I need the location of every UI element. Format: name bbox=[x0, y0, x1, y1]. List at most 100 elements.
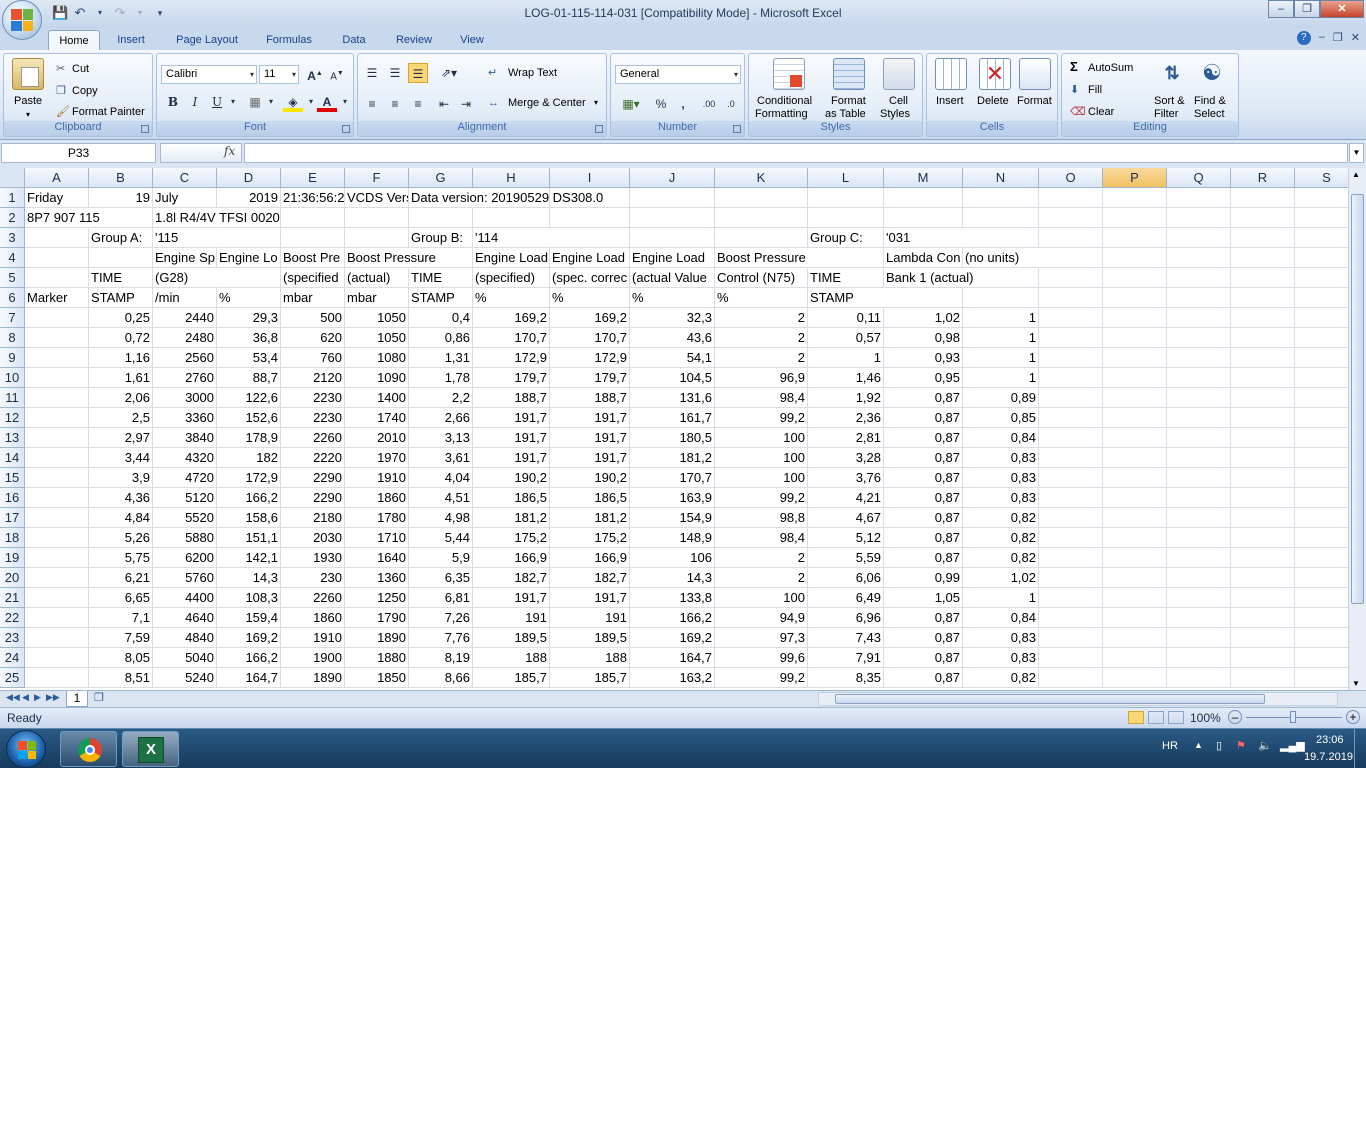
minimize-ribbon-icon[interactable]: – bbox=[1319, 31, 1325, 45]
grid-cell[interactable] bbox=[217, 228, 281, 248]
grid-cell[interactable]: 4840 bbox=[153, 628, 217, 648]
grid-cell[interactable] bbox=[281, 208, 345, 228]
grid-cell[interactable]: 3,28 bbox=[808, 448, 884, 468]
grid-cell[interactable] bbox=[1231, 428, 1295, 448]
grid-cell[interactable]: 1,02 bbox=[963, 568, 1039, 588]
grid-cell[interactable]: 164,7 bbox=[630, 648, 715, 668]
horizontal-scrollbar[interactable] bbox=[818, 692, 1338, 706]
grid-cell[interactable]: 0,87 bbox=[884, 488, 963, 508]
grid-cell[interactable]: 1710 bbox=[345, 528, 409, 548]
font-color-icon[interactable]: A bbox=[317, 92, 337, 112]
grid-cell[interactable] bbox=[1295, 268, 1348, 288]
grid-cell[interactable]: 8,66 bbox=[409, 668, 473, 688]
grid-cell[interactable] bbox=[1231, 308, 1295, 328]
grid-cell[interactable]: TIME bbox=[409, 268, 473, 288]
grid-cell[interactable]: 0,87 bbox=[884, 648, 963, 668]
grid-cell[interactable]: 2010 bbox=[345, 428, 409, 448]
grid-cell[interactable] bbox=[808, 208, 884, 228]
vertical-scrollbar[interactable]: ▲ ▼ bbox=[1348, 168, 1366, 690]
grid-cell[interactable] bbox=[217, 268, 281, 288]
grid-cell[interactable] bbox=[1295, 588, 1348, 608]
grid-cell[interactable]: 4320 bbox=[153, 448, 217, 468]
grid-cell[interactable]: 151,1 bbox=[217, 528, 281, 548]
grid-cell[interactable]: mbar bbox=[345, 288, 409, 308]
clock-date[interactable]: 19.7.2019. bbox=[1304, 751, 1356, 763]
grid-cell[interactable] bbox=[25, 408, 89, 428]
grid-cell[interactable]: 3,9 bbox=[89, 468, 153, 488]
grid-cell[interactable]: 170,7 bbox=[550, 328, 630, 348]
row-header[interactable]: 18 bbox=[0, 528, 25, 548]
grid-cell[interactable]: 36,8 bbox=[217, 328, 281, 348]
grid-cell[interactable]: 2,2 bbox=[409, 388, 473, 408]
grid-cell[interactable] bbox=[25, 528, 89, 548]
grid-cell[interactable]: 0,83 bbox=[963, 448, 1039, 468]
grid-cell[interactable]: 1890 bbox=[345, 628, 409, 648]
merge-dropdown-icon[interactable]: ▾ bbox=[594, 96, 598, 110]
grid-cell[interactable]: 0,82 bbox=[963, 508, 1039, 528]
device-icon[interactable]: ▯ bbox=[1216, 739, 1222, 752]
percent-button[interactable]: % bbox=[651, 94, 671, 114]
tab-view[interactable]: View bbox=[450, 30, 494, 50]
grid-cell[interactable]: 0,87 bbox=[884, 608, 963, 628]
grid-cell[interactable] bbox=[25, 388, 89, 408]
grid-cell[interactable] bbox=[1103, 368, 1167, 388]
grid-cell[interactable]: 5120 bbox=[153, 488, 217, 508]
grid-cell[interactable] bbox=[963, 228, 1039, 248]
grid-cell[interactable]: 166,9 bbox=[550, 548, 630, 568]
row-header[interactable]: 17 bbox=[0, 508, 25, 528]
next-sheet-icon[interactable]: ▶ bbox=[34, 692, 41, 703]
decrease-decimal-icon[interactable]: .0 bbox=[721, 94, 741, 114]
grid-cell[interactable]: 100 bbox=[715, 448, 808, 468]
grid-cell[interactable]: Engine Load bbox=[473, 248, 550, 268]
column-header-m[interactable]: M bbox=[884, 168, 963, 188]
grid-cell[interactable]: Engine Load bbox=[550, 248, 630, 268]
grid-cell[interactable] bbox=[1295, 488, 1348, 508]
grid-cell[interactable]: 169,2 bbox=[550, 308, 630, 328]
grid-cell[interactable]: 1,16 bbox=[89, 348, 153, 368]
grid-cell[interactable]: % bbox=[550, 288, 630, 308]
grid-cell[interactable] bbox=[1039, 408, 1103, 428]
scroll-up-icon[interactable]: ▲ bbox=[1352, 170, 1360, 179]
grid-cell[interactable] bbox=[25, 508, 89, 528]
grid-cell[interactable] bbox=[1231, 328, 1295, 348]
grid-cell[interactable] bbox=[1295, 308, 1348, 328]
grid-cell[interactable] bbox=[345, 228, 409, 248]
grid-cell[interactable]: Engine Lo bbox=[217, 248, 281, 268]
grid-cell[interactable]: 0,87 bbox=[884, 548, 963, 568]
column-header-d[interactable]: D bbox=[217, 168, 281, 188]
fill-button[interactable]: Fill bbox=[1088, 83, 1102, 97]
grid-cell[interactable] bbox=[630, 228, 715, 248]
column-header-k[interactable]: K bbox=[715, 168, 808, 188]
row-header[interactable]: 4 bbox=[0, 248, 25, 268]
grid-cell[interactable] bbox=[1039, 628, 1103, 648]
grid-cell[interactable] bbox=[715, 208, 808, 228]
grid-cell[interactable] bbox=[1167, 268, 1231, 288]
insert-function-icon[interactable]: fx bbox=[224, 144, 235, 158]
grid-cell[interactable] bbox=[25, 488, 89, 508]
grid-cell[interactable]: Boost Pressure bbox=[345, 248, 436, 268]
grid-cell[interactable]: 0,87 bbox=[884, 628, 963, 648]
align-bottom-icon[interactable]: ☰ bbox=[408, 63, 428, 83]
grid-cell[interactable] bbox=[963, 188, 1039, 208]
grid-cell[interactable]: July bbox=[153, 188, 217, 208]
grid-cell[interactable]: 99,2 bbox=[715, 488, 808, 508]
grid-cell[interactable]: 163,2 bbox=[630, 668, 715, 688]
grid-cell[interactable] bbox=[1167, 208, 1231, 228]
grid-cell[interactable]: 1,02 bbox=[884, 308, 963, 328]
grid-cell[interactable] bbox=[1103, 208, 1167, 228]
grid-cell[interactable]: 4,67 bbox=[808, 508, 884, 528]
grid-cell[interactable] bbox=[1103, 588, 1167, 608]
grid-cell[interactable] bbox=[1231, 468, 1295, 488]
grid-cell[interactable]: 2260 bbox=[281, 428, 345, 448]
grid-cell[interactable] bbox=[1103, 668, 1167, 688]
insert-cells-button[interactable]: Insert bbox=[936, 94, 964, 108]
grid-cell[interactable]: 6,81 bbox=[409, 588, 473, 608]
grid-cell[interactable] bbox=[1039, 248, 1103, 268]
grid-cell[interactable] bbox=[25, 608, 89, 628]
grid-cell[interactable] bbox=[1295, 608, 1348, 628]
grid-cell[interactable]: 14,3 bbox=[217, 568, 281, 588]
row-header[interactable]: 13 bbox=[0, 428, 25, 448]
grid-cell[interactable]: 43,6 bbox=[630, 328, 715, 348]
grid-cell[interactable]: 2,36 bbox=[808, 408, 884, 428]
grid-cell[interactable]: 1,31 bbox=[409, 348, 473, 368]
